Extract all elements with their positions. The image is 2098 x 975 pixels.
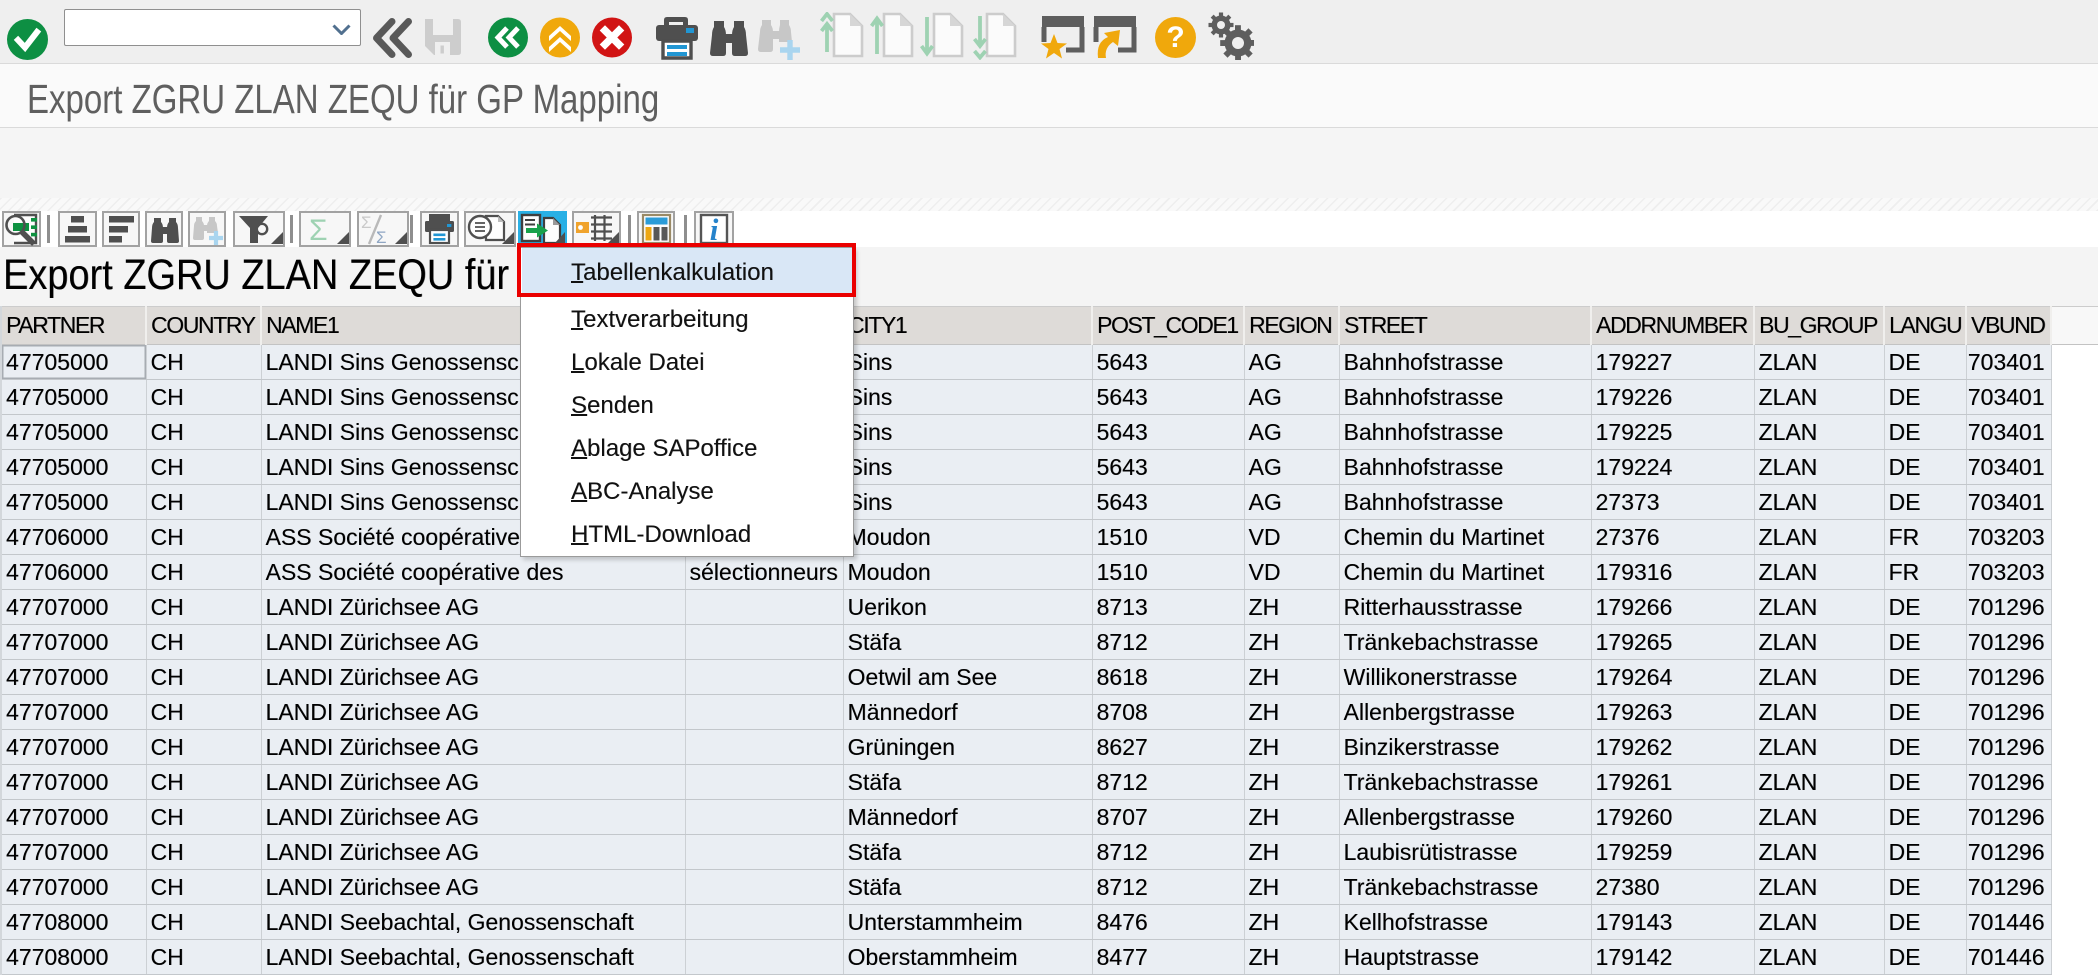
svg-text:Σ: Σ xyxy=(376,228,387,246)
svg-text:i: i xyxy=(710,213,719,246)
svg-text:Σ: Σ xyxy=(361,213,372,232)
svg-text:Σ: Σ xyxy=(309,214,328,246)
svg-text:?: ? xyxy=(1166,21,1184,54)
